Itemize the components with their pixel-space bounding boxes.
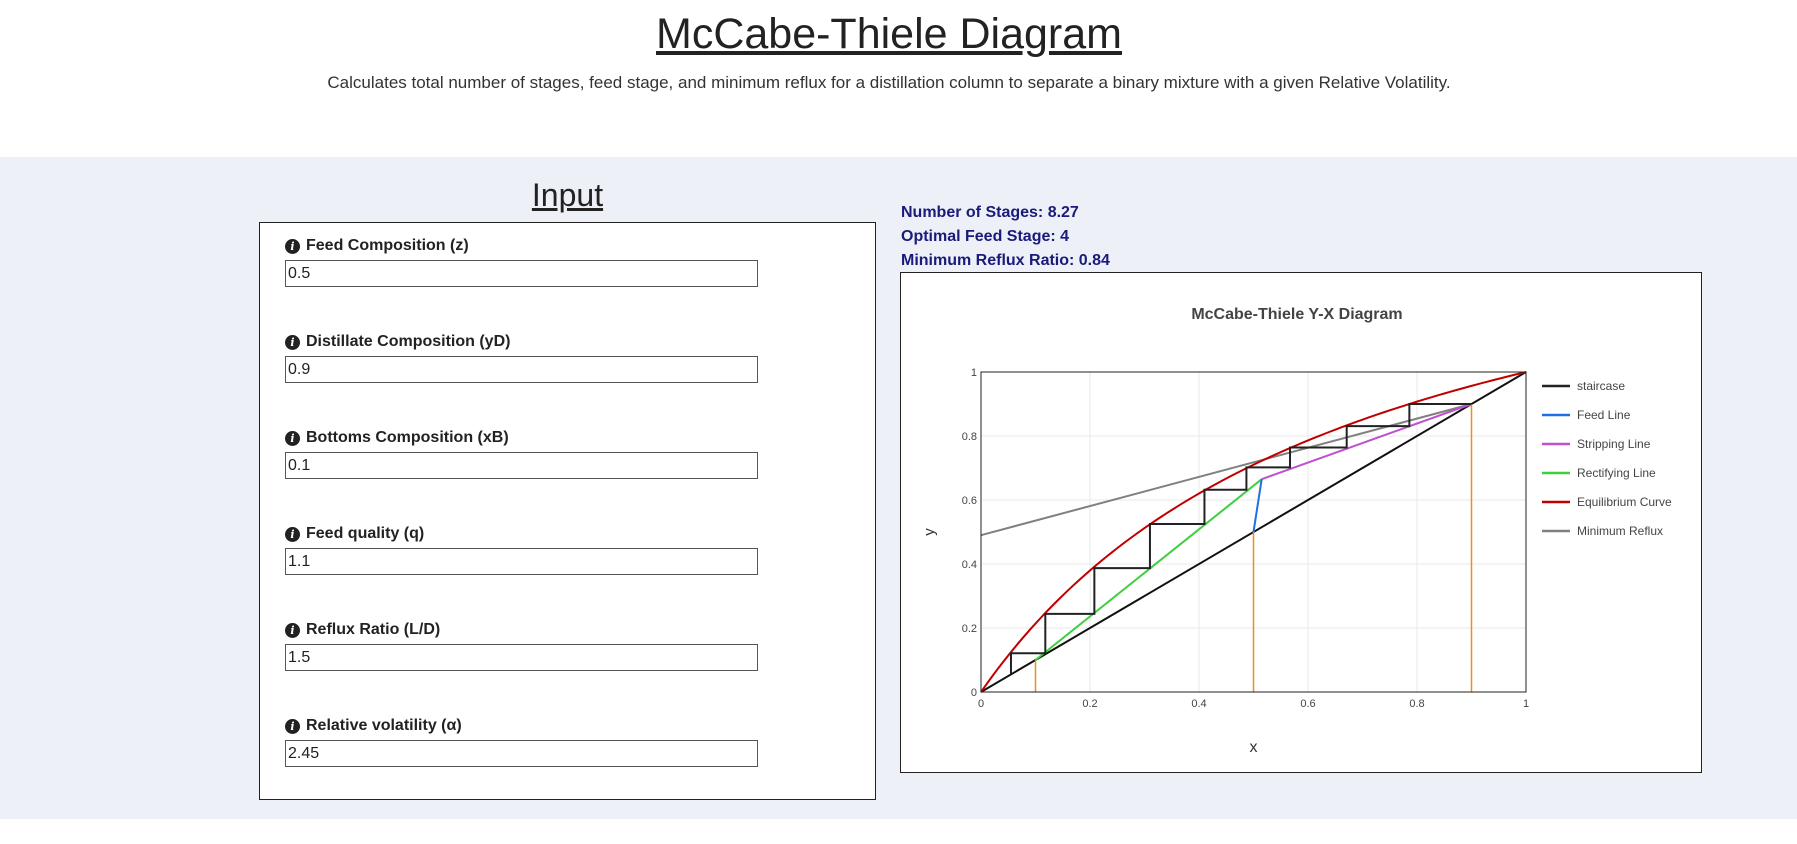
legend: staircase Feed Line Stripping Line Rectifyi… xyxy=(1542,379,1672,538)
series-rectifying-line xyxy=(1034,478,1263,661)
x-tick-label: 0.4 xyxy=(1191,698,1206,710)
input-panel: i Feed Composition (z) i Distillate Comp… xyxy=(259,222,876,800)
x-tick-label: 0.6 xyxy=(1300,698,1315,710)
field-label: Feed quality (q) xyxy=(306,525,425,542)
axis-ticks: 0 0.2 0.4 0.6 0.8 1 0 0.2 0.4 0.6 0.8 1 xyxy=(962,367,1529,710)
feed-composition-input[interactable] xyxy=(285,260,758,287)
page-subtitle: Calculates total number of stages, feed … xyxy=(327,73,1451,92)
chart-container: McCabe-Thiele Y-X Diagram 0 0.2 0.4 0.6 0.8 1… xyxy=(900,272,1702,773)
series-stripping-line xyxy=(1261,403,1472,481)
legend-item[interactable]: Stripping Line xyxy=(1577,437,1651,451)
legend-item[interactable]: Rectifying Line xyxy=(1577,466,1656,480)
field-distillate-composition: i Distillate Composition (yD) xyxy=(285,332,758,383)
distillate-composition-input[interactable] xyxy=(285,356,758,383)
field-label: Relative volatility (α) xyxy=(306,717,462,734)
field-relative-volatility: i Relative volatility (α) xyxy=(285,716,758,767)
series-minimum-reflux xyxy=(980,403,1472,537)
field-bottoms-composition: i Bottoms Composition (xB) xyxy=(285,428,758,479)
mccabe-thiele-chart[interactable]: McCabe-Thiele Y-X Diagram 0 0.2 0.4 0.6 0.8 1… xyxy=(901,273,1701,772)
y-tick-label: 1 xyxy=(971,367,977,379)
field-label: Bottoms Composition (xB) xyxy=(306,429,509,446)
x-axis-label: x xyxy=(1250,739,1258,756)
bottoms-composition-input[interactable] xyxy=(285,452,758,479)
info-icon[interactable]: i xyxy=(285,334,300,350)
info-icon[interactable]: i xyxy=(285,622,300,638)
y-tick-label: 0.6 xyxy=(962,495,977,507)
info-icon[interactable]: i xyxy=(285,526,300,542)
plot-area xyxy=(980,371,1527,693)
x-tick-label: 1 xyxy=(1523,698,1529,710)
field-reflux-ratio: i Reflux Ratio (L/D) xyxy=(285,620,758,671)
legend-item[interactable]: staircase xyxy=(1577,379,1625,393)
field-label: Reflux Ratio (L/D) xyxy=(306,621,441,638)
y-tick-label: 0 xyxy=(971,687,977,699)
x-tick-label: 0.8 xyxy=(1409,698,1424,710)
relative-volatility-input[interactable] xyxy=(285,740,758,767)
y-axis-label: y xyxy=(921,528,938,536)
y-tick-label: 0.8 xyxy=(962,431,977,443)
field-label: Distillate Composition (yD) xyxy=(306,333,511,350)
info-icon[interactable]: i xyxy=(285,238,300,254)
x-tick-label: 0.2 xyxy=(1082,698,1097,710)
legend-item[interactable]: Feed Line xyxy=(1577,408,1631,422)
number-of-stages: Number of Stages: 8.27 xyxy=(901,204,1079,221)
info-icon[interactable]: i xyxy=(285,430,300,446)
results-panel: Number of Stages: 8.27 Optimal Feed Stag… xyxy=(901,203,1110,275)
field-feed-quality: i Feed quality (q) xyxy=(285,524,758,575)
legend-item[interactable]: Minimum Reflux xyxy=(1577,524,1663,538)
chart-title: McCabe-Thiele Y-X Diagram xyxy=(1191,306,1402,323)
field-label: Feed Composition (z) xyxy=(306,237,469,254)
x-tick-label: 0 xyxy=(978,698,984,710)
legend-item[interactable]: Equilibrium Curve xyxy=(1577,495,1672,509)
optimal-feed-stage: Optimal Feed Stage: 4 xyxy=(901,228,1070,245)
page-title: McCabe-Thiele Diagram xyxy=(656,10,1122,58)
reflux-ratio-input[interactable] xyxy=(285,644,758,671)
input-heading: Input xyxy=(531,177,604,213)
y-tick-label: 0.2 xyxy=(962,623,977,635)
y-tick-label: 0.4 xyxy=(962,559,977,571)
series-feed-line xyxy=(1252,479,1263,533)
info-icon[interactable]: i xyxy=(285,718,300,734)
field-feed-composition: i Feed Composition (z) xyxy=(285,236,758,287)
feed-quality-input[interactable] xyxy=(285,548,758,575)
